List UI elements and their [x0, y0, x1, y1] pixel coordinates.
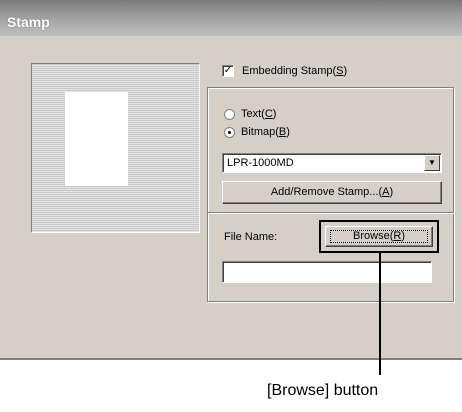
text-radio[interactable]: Text(C) [224, 106, 276, 122]
browse-button-caption: [Browse] button [267, 382, 379, 399]
group-divider [208, 212, 454, 214]
callout-leader-line [379, 253, 381, 375]
browse-button[interactable]: Browse(R) [325, 226, 433, 247]
file-name-input[interactable] [222, 261, 432, 283]
bitmap-radio[interactable]: Bitmap(B) [224, 124, 290, 140]
chevron-down-icon[interactable]: ▼ [424, 155, 440, 171]
radio-empty-icon[interactable] [224, 108, 235, 120]
text-radio-label: Text(C) [241, 108, 277, 120]
embedding-stamp-label: Embedding Stamp(S) [242, 65, 348, 77]
radio-selected-icon[interactable] [224, 126, 235, 138]
stamp-preview [31, 63, 200, 233]
stamp-select-value: LPR-1000MD [227, 157, 294, 169]
title-bar: Stamp [0, 0, 462, 36]
bitmap-radio-label: Bitmap(B) [241, 126, 290, 138]
embedding-stamp-checkbox[interactable]: ✓ Embedding Stamp(S) [222, 63, 347, 79]
file-name-label: File Name: [224, 231, 278, 243]
window-title: Stamp [7, 14, 50, 30]
add-remove-stamp-button[interactable]: Add/Remove Stamp...(A) [222, 181, 442, 204]
focus-rect [330, 230, 428, 243]
stamp-select[interactable]: LPR-1000MD ▼ [222, 153, 442, 173]
stamp-dialog: Stamp ✓ Embedding Stamp(S) Text(C) Bitma… [0, 0, 462, 360]
preview-page [65, 92, 128, 186]
checkbox-check-icon[interactable]: ✓ [222, 65, 234, 77]
